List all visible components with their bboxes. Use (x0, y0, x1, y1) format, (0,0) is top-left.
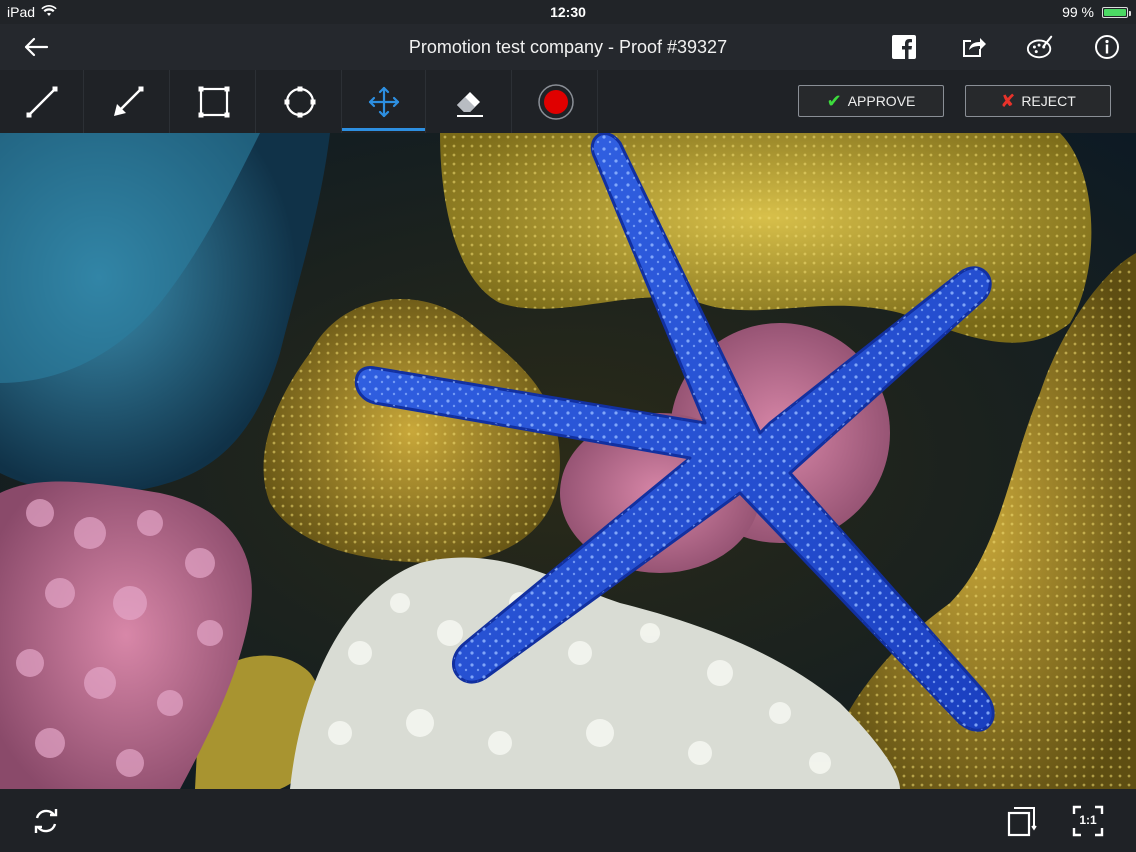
battery-icon (1102, 6, 1131, 18)
share-button[interactable] (960, 33, 988, 61)
checkmark-icon: ✔ (826, 91, 842, 111)
approve-button[interactable]: ✔ APPROVE (798, 85, 944, 117)
approve-label: APPROVE (847, 93, 916, 109)
color-picker-icon (537, 83, 574, 120)
rectangle-tool-icon (198, 86, 229, 117)
facebook-icon (892, 35, 916, 59)
palette-icon (1026, 35, 1053, 59)
ellipse-tool-button[interactable] (258, 70, 342, 133)
info-icon (1095, 35, 1119, 59)
title-bar: Promotion test company - Proof #39327 (0, 24, 1136, 70)
eraser-tool-button[interactable] (428, 70, 512, 133)
eraser-tool-icon (456, 91, 483, 117)
actual-size-button[interactable]: 1:1 (1072, 805, 1104, 837)
proof-image-canvas[interactable] (0, 133, 1136, 789)
battery-percent: 99 % (1062, 4, 1094, 20)
reject-label: REJECT (1021, 93, 1076, 109)
clock: 12:30 (550, 4, 586, 20)
cross-icon: ✘ (1000, 91, 1016, 111)
fit-page-button[interactable] (1006, 805, 1038, 837)
move-tool-button[interactable] (342, 70, 426, 133)
reject-button[interactable]: ✘ REJECT (965, 85, 1111, 117)
line-tool-icon (26, 86, 57, 117)
info-button[interactable] (1093, 33, 1121, 61)
refresh-button[interactable] (30, 805, 62, 837)
line-tool-button[interactable] (0, 70, 84, 133)
annotation-toolbar: ✔ APPROVE ✘ REJECT (0, 70, 1136, 133)
ellipse-tool-icon (284, 86, 315, 117)
facebook-button[interactable] (890, 33, 918, 61)
move-tool-icon (368, 86, 399, 117)
palette-button[interactable] (1026, 33, 1054, 61)
arrow-tool-button[interactable] (86, 70, 170, 133)
color-picker-button[interactable] (514, 70, 598, 133)
bottom-bar: 1:1 (0, 789, 1136, 852)
share-icon (963, 38, 986, 57)
arrow-tool-icon (113, 86, 143, 116)
fit-page-icon (1007, 807, 1037, 837)
proof-image (0, 133, 1136, 789)
status-bar: iPad 12:30 99 % (0, 0, 1136, 24)
actual-size-label: 1:1 (1079, 813, 1097, 827)
rectangle-tool-button[interactable] (172, 70, 256, 133)
refresh-icon (34, 809, 58, 833)
